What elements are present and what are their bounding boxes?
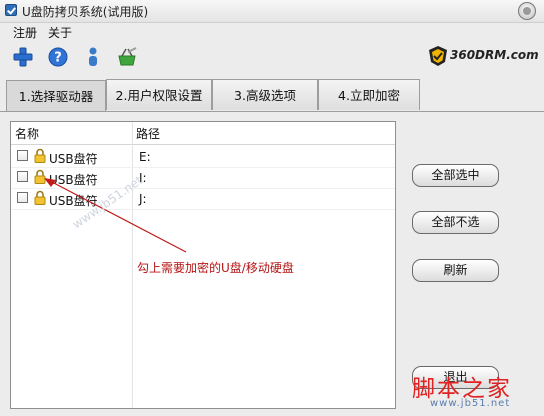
tab-advanced-options[interactable]: 3.高级选项	[212, 79, 318, 110]
drive-name: USB盘符	[49, 173, 98, 187]
user-icon	[89, 47, 97, 66]
help-button[interactable]: ?	[47, 46, 69, 68]
tab-user-permissions[interactable]: 2.用户权限设置	[106, 79, 212, 110]
plus-icon	[13, 47, 33, 67]
drive-path: J:	[139, 192, 147, 206]
table-row[interactable]: USB盘符 I:	[11, 167, 395, 189]
column-header-path[interactable]: 路径	[136, 125, 160, 142]
add-button[interactable]	[12, 46, 34, 68]
row-checkbox[interactable]	[17, 150, 28, 161]
drive-name: USB盘符	[49, 152, 98, 166]
row-checkbox[interactable]	[17, 171, 28, 182]
tab-bar: 1.选择驱动器 2.用户权限设置 3.高级选项 4.立即加密	[0, 79, 544, 111]
column-header-name[interactable]: 名称	[15, 125, 39, 142]
lock-icon	[34, 190, 46, 205]
watermark-url: www.jb51.net	[430, 398, 511, 409]
menu-about[interactable]: 关于	[48, 24, 72, 41]
select-all-button[interactable]: 全部选中	[412, 164, 499, 187]
svg-text:?: ?	[54, 51, 62, 66]
window-title: U盘防拷贝系统(试用版)	[22, 5, 149, 19]
app-icon	[5, 4, 17, 16]
help-icon: ?	[48, 47, 68, 67]
annotation-text: 勾上需要加密的U盘/移动硬盘	[137, 261, 294, 275]
title-bar: U盘防拷贝系统(试用版)	[0, 0, 544, 23]
basket-button[interactable]	[116, 46, 138, 68]
tab-encrypt-now[interactable]: 4.立即加密	[318, 79, 420, 110]
refresh-button[interactable]: 刷新	[412, 259, 499, 282]
lock-icon	[34, 148, 46, 163]
shield-logo-icon	[429, 46, 447, 66]
user-button[interactable]	[82, 46, 104, 68]
close-button[interactable]	[518, 2, 536, 20]
select-none-button[interactable]: 全部不选	[412, 211, 499, 234]
menu-register[interactable]: 注册	[13, 24, 37, 41]
menu-bar: 注册 关于	[0, 22, 544, 40]
brand-logo: 360DRM.com	[428, 45, 539, 69]
brand-text: 360DRM.com	[450, 48, 539, 62]
table-row[interactable]: USB盘符 E:	[11, 146, 395, 168]
table-row[interactable]: USB盘符 J:	[11, 188, 395, 210]
row-checkbox[interactable]	[17, 192, 28, 203]
lock-icon	[34, 169, 46, 184]
drive-path: E:	[139, 150, 151, 164]
basket-icon	[118, 47, 137, 66]
list-header: 名称 路径	[11, 122, 395, 145]
tab-select-drive[interactable]: 1.选择驱动器	[6, 80, 106, 111]
